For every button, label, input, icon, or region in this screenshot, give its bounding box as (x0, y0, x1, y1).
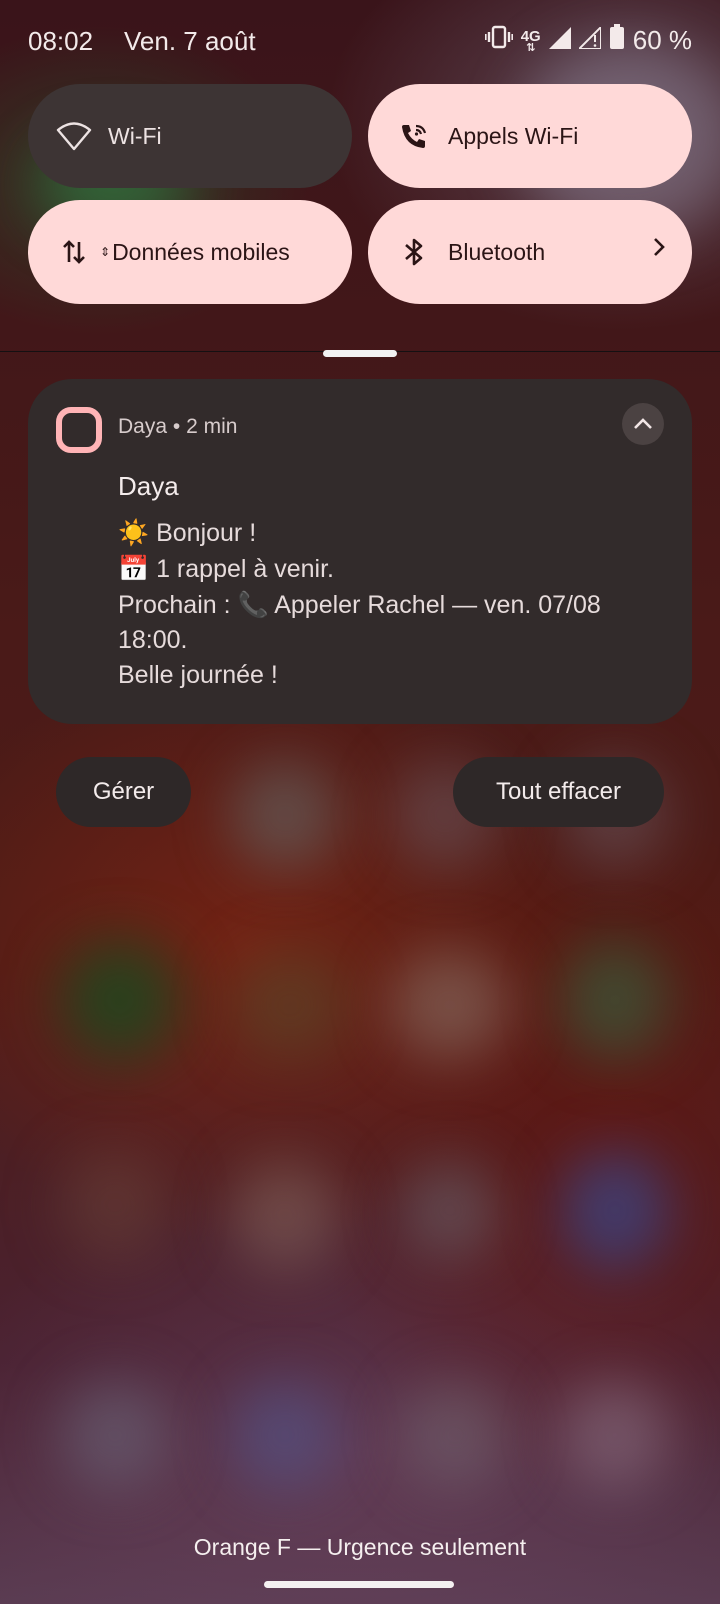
notification-body: ☀️ Bonjour ! 📅 1 rappel à venir. Prochai… (118, 515, 658, 693)
tile-wifi-calling-label: Appels Wi-Fi (448, 122, 579, 149)
body-line-time: 18:00. (118, 626, 188, 654)
sun-icon: ☀️ (118, 518, 150, 547)
status-icons: 4G ⇅ 60 % (484, 24, 692, 57)
tile-wifi[interactable]: Wi-Fi (28, 84, 352, 188)
tile-mobile-data-label: Données mobiles (112, 238, 290, 265)
carrier-label: Orange F — Urgence seulement (193, 1534, 527, 1560)
status-time: 08:02 (28, 26, 94, 56)
mobile-data-icon (56, 234, 92, 270)
status-date: Ven. 7 août (124, 26, 256, 56)
shade-drag-handle[interactable] (323, 350, 397, 357)
separator-dot: • (172, 415, 187, 438)
calendar-icon: 📅 (118, 554, 150, 583)
vibrate-icon (484, 25, 513, 56)
collapse-button[interactable] (622, 403, 664, 445)
body-line-reminders: 📅 1 rappel à venir. (118, 554, 334, 583)
tile-bluetooth[interactable]: Bluetooth (368, 200, 692, 304)
body-line-next: Prochain : 📞 Appeler Rachel — ven. 07/08 (118, 590, 601, 619)
chevron-up-icon (634, 418, 652, 429)
notification-app-name: Daya (118, 415, 168, 438)
tile-mobile-data[interactable]: ⇕ Données mobiles (28, 200, 352, 304)
app-icon (56, 407, 102, 453)
battery-percent: 60 % (632, 25, 692, 55)
data-activity-icon: ⇕ (100, 245, 111, 259)
navigation-handle[interactable] (264, 1581, 454, 1588)
battery-icon (609, 24, 625, 57)
chevron-right-icon[interactable] (652, 236, 666, 264)
tile-wifi-label: Wi-Fi (108, 122, 162, 149)
clear-all-button[interactable]: Tout effacer (453, 757, 664, 827)
notification-title: Daya (118, 471, 179, 501)
tile-wifi-calling[interactable]: Appels Wi-Fi (368, 84, 692, 188)
signal-icon (548, 25, 571, 56)
manage-button[interactable]: Gérer (56, 757, 191, 827)
notification-header: Daya • 2 min (118, 415, 237, 439)
network-type-icon: 4G ⇅ (520, 27, 541, 54)
body-line-greeting: ☀️ Bonjour ! (118, 518, 257, 547)
bluetooth-icon (396, 234, 432, 270)
wifi-icon (56, 118, 92, 154)
notification-time: 2 min (186, 415, 238, 438)
status-bar: 08:02 Ven. 7 août 4G ⇅ 60 % (0, 0, 720, 84)
notification-card[interactable]: Daya • 2 min Daya ☀️ Bonjour ! 📅 1 rappe… (28, 379, 692, 724)
phone-icon: 📞 (237, 590, 269, 619)
signal-no-service-icon (576, 24, 602, 56)
body-line-closing: Belle journée ! (118, 661, 278, 689)
tile-bluetooth-label: Bluetooth (448, 238, 546, 265)
wifi-calling-icon (396, 118, 432, 154)
